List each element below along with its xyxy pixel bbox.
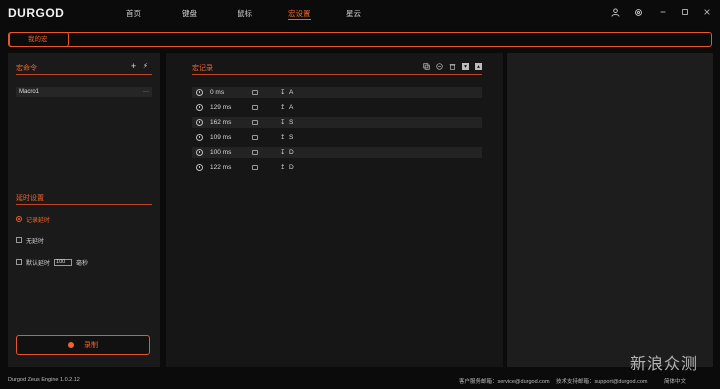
nav-nebula[interactable]: 星云 — [346, 8, 361, 19]
app-version: Durgod Zeus Engine 1.0.2.12 — [8, 377, 80, 383]
record-row[interactable]: 100 ms ↧ D — [192, 147, 482, 158]
keyboard-icon — [252, 135, 258, 140]
support-email[interactable]: 技术支持邮箱：support@durgod.com — [556, 377, 647, 385]
record-time: 122 ms — [210, 164, 232, 171]
nav-keyboard[interactable]: 键盘 — [182, 8, 197, 19]
sub-tab-bar: 我的宏 — [8, 32, 712, 47]
key-direction-icon: ↧ — [280, 119, 286, 126]
copy-icon[interactable] — [423, 63, 430, 70]
clock-icon — [196, 119, 203, 126]
record-row[interactable]: 162 ms ↧ S — [192, 117, 482, 128]
macro-list-item[interactable]: Macro1 ··· — [16, 87, 152, 97]
record-key: D — [289, 149, 294, 156]
record-time: 109 ms — [210, 134, 232, 141]
macro-record-title: 宏记录 — [192, 65, 213, 72]
record-key: S — [289, 134, 294, 141]
divider — [192, 74, 482, 75]
nav-home[interactable]: 首页 — [126, 8, 141, 19]
key-direction-icon: ↧ — [280, 89, 286, 96]
delay-option-none[interactable]: 无延时 — [16, 236, 45, 245]
delay-option-label: 无延时 — [26, 238, 45, 245]
delay-settings-title: 延时设置 — [16, 195, 44, 202]
delay-option-label: 默认延时 — [26, 260, 51, 267]
record-row[interactable]: 0 ms ↧ A — [192, 87, 482, 98]
move-up-icon[interactable] — [475, 63, 482, 70]
delay-option-record[interactable]: 记录延时 — [16, 215, 51, 224]
record-time: 100 ms — [210, 149, 232, 156]
trash-icon[interactable] — [449, 63, 456, 70]
plus-icon[interactable]: + — [130, 61, 137, 71]
service-email[interactable]: 客户服务邮箱：service@durgod.com — [459, 377, 550, 385]
tab-my-macros[interactable]: 我的宏 — [9, 32, 69, 47]
default-delay-input[interactable]: 100 — [54, 258, 73, 266]
macro-name: Macro1 — [19, 89, 40, 95]
record-key: D — [289, 164, 294, 171]
record-label: 录制 — [84, 342, 98, 349]
checkbox[interactable] — [16, 237, 22, 243]
lightning-icon[interactable]: ⚡ — [142, 62, 149, 70]
keyboard-icon — [252, 165, 258, 170]
maximize-icon[interactable] — [679, 6, 691, 18]
clock-icon — [196, 149, 203, 156]
clock-icon — [196, 104, 203, 111]
record-row[interactable]: 122 ms ↥ D — [192, 162, 482, 173]
user-icon[interactable] — [609, 6, 621, 18]
record-dot-icon — [68, 342, 74, 348]
close-icon[interactable] — [701, 6, 713, 18]
record-key: A — [289, 89, 294, 96]
keyboard-icon — [252, 150, 258, 155]
key-direction-icon: ↧ — [280, 149, 286, 156]
left-panel: 宏命令 + ⚡ Macro1 ··· 延时设置 记录延时 无延时 默认延时 10… — [8, 53, 160, 367]
watermark: 新浪众测 — [630, 354, 699, 373]
checkbox[interactable] — [16, 259, 22, 265]
record-row[interactable]: 129 ms ↥ A — [192, 102, 482, 113]
divider — [16, 74, 152, 75]
keyboard-icon — [252, 105, 258, 110]
record-time: 0 ms — [210, 89, 225, 96]
minimize-icon[interactable] — [657, 6, 669, 18]
delay-unit: 毫秒 — [76, 260, 89, 267]
language-select[interactable]: 简体中文 — [664, 377, 686, 385]
keyboard-icon — [252, 90, 258, 95]
record-time: 162 ms — [210, 119, 232, 126]
key-direction-icon: ↥ — [280, 134, 286, 141]
right-panel — [507, 53, 713, 367]
gear-icon[interactable] — [632, 6, 644, 18]
record-row[interactable]: 109 ms ↥ S — [192, 132, 482, 143]
clock-icon — [196, 164, 203, 171]
delete-icon[interactable] — [436, 63, 443, 70]
top-bar: DURGOD 首页 键盘 鼠标 宏设置 星云 — [0, 0, 720, 26]
footer: Durgod Zeus Engine 1.0.2.12 客户服务邮箱：servi… — [0, 373, 720, 389]
keyboard-icon — [252, 120, 258, 125]
app-logo: DURGOD — [8, 6, 65, 20]
clock-icon — [196, 89, 203, 96]
nav-macro-settings[interactable]: 宏设置 — [288, 8, 311, 20]
clock-icon — [196, 134, 203, 141]
nav-mouse[interactable]: 鼠标 — [237, 8, 252, 19]
record-key: A — [289, 104, 294, 111]
divider — [16, 204, 152, 205]
move-down-icon[interactable] — [462, 63, 469, 70]
macro-commands-title: 宏命令 — [16, 65, 37, 72]
radio-selected-icon[interactable] — [16, 216, 22, 222]
macro-record-panel: 宏记录 0 ms ↧ A 129 ms ↥ A 162 ms ↧ S 109 m… — [166, 53, 503, 367]
record-time: 129 ms — [210, 104, 232, 111]
record-key: S — [289, 119, 294, 126]
more-icon[interactable]: ··· — [143, 87, 149, 97]
key-direction-icon: ↥ — [280, 164, 286, 171]
record-button[interactable]: 录制 — [16, 335, 150, 355]
key-direction-icon: ↥ — [280, 104, 286, 111]
delay-option-default[interactable]: 默认延时 100 毫秒 — [16, 258, 89, 267]
delay-option-label: 记录延时 — [26, 217, 51, 224]
